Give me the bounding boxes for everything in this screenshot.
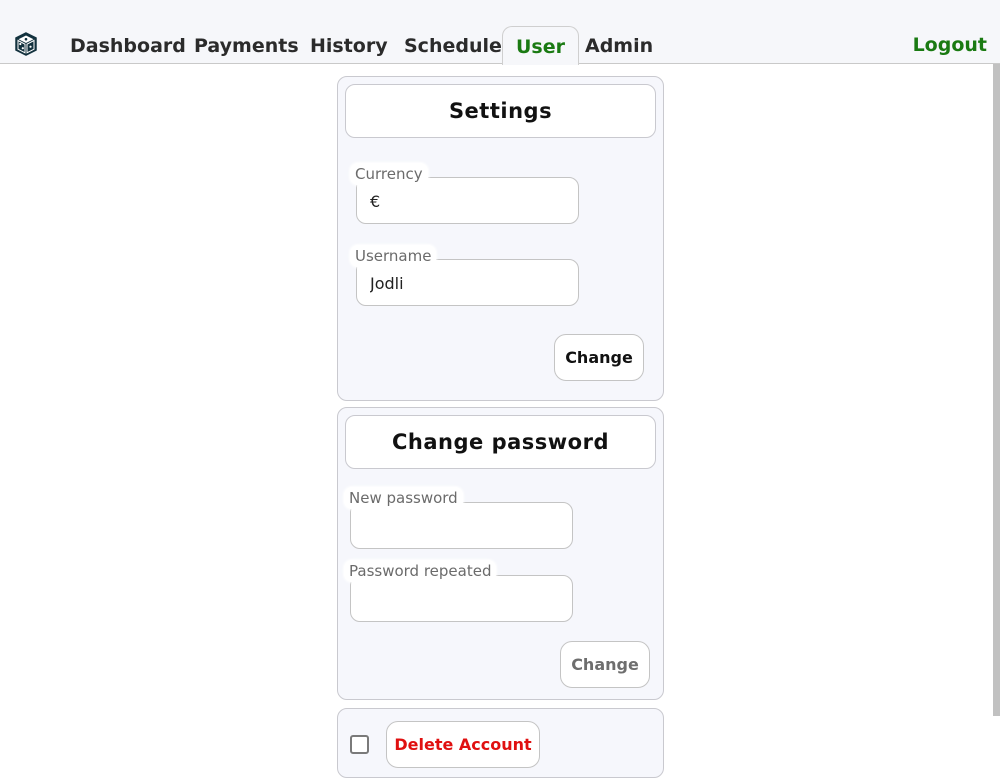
nav-item-history[interactable]: History xyxy=(310,26,388,64)
password-repeated-field[interactable] xyxy=(350,575,573,622)
new-password-label: New password xyxy=(344,487,463,509)
settings-title: Settings xyxy=(345,84,656,138)
logout-link[interactable]: Logout xyxy=(913,26,987,64)
settings-change-button[interactable]: Change xyxy=(554,334,644,381)
nav-item-user[interactable]: User xyxy=(502,26,579,65)
currency-label: Currency xyxy=(350,163,428,185)
delete-account-button[interactable]: Delete Account xyxy=(386,721,540,768)
dice-logo-icon[interactable] xyxy=(14,31,38,57)
new-password-input[interactable] xyxy=(351,503,572,548)
delete-confirm-checkbox[interactable] xyxy=(350,735,369,754)
change-password-title: Change password xyxy=(345,415,656,469)
top-navbar: Dashboard Payments History Schedule User… xyxy=(0,0,1000,65)
password-repeated-input[interactable] xyxy=(351,576,572,621)
settings-card: Settings Currency Username Change xyxy=(337,76,664,401)
page-scrollbar[interactable] xyxy=(993,64,1000,716)
nav-item-schedule[interactable]: Schedule xyxy=(404,26,502,64)
nav-item-payments[interactable]: Payments xyxy=(194,26,299,64)
delete-account-card: Delete Account xyxy=(337,708,664,778)
nav-item-admin[interactable]: Admin xyxy=(585,26,653,64)
change-password-card: Change password New password Password re… xyxy=(337,407,664,700)
password-change-button[interactable]: Change xyxy=(560,641,650,688)
nav-item-dashboard[interactable]: Dashboard xyxy=(70,26,186,64)
new-password-field[interactable] xyxy=(350,502,573,549)
username-label: Username xyxy=(350,245,437,267)
password-repeated-label: Password repeated xyxy=(344,560,497,582)
